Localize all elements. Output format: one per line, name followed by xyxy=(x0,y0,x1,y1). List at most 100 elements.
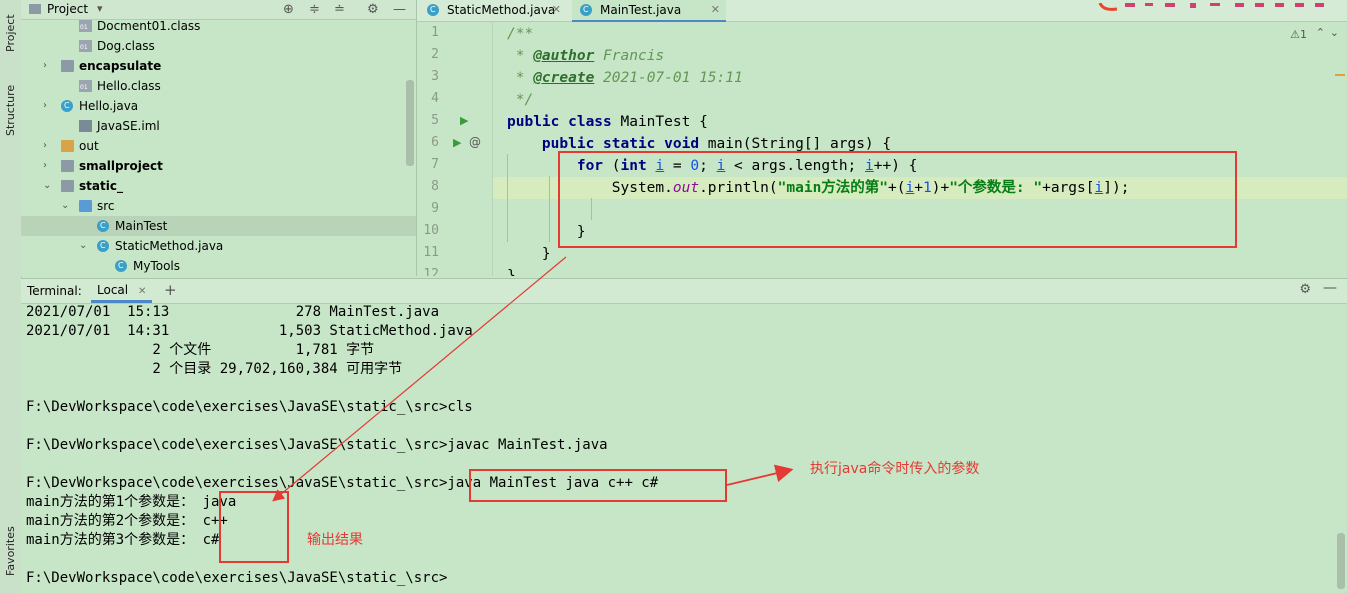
output-highlight-box xyxy=(219,491,289,563)
tree-item[interactable]: ⌄ src xyxy=(21,196,416,216)
warning-indicator[interactable]: ⚠1 xyxy=(1290,28,1307,41)
tab-maintest[interactable]: MainTest.java ✕ xyxy=(572,0,726,23)
project-tool-tab[interactable]: Project xyxy=(2,4,19,62)
tab-local[interactable]: Local ✕ xyxy=(91,279,153,303)
structure-tool-tab[interactable]: Structure xyxy=(2,74,19,146)
java-class-icon xyxy=(427,0,439,20)
gear-icon[interactable]: ⚙ xyxy=(367,2,379,17)
line-number: 11 xyxy=(423,245,439,260)
line-number: 8 xyxy=(431,179,439,194)
minimize-icon[interactable]: — xyxy=(393,2,406,17)
tree-item[interactable]: JavaSE.iml xyxy=(21,116,416,136)
new-terminal-icon[interactable]: + xyxy=(164,281,177,299)
tab-label: StaticMethod.java xyxy=(447,3,556,17)
line-number: 2 xyxy=(431,47,439,62)
project-scrollbar[interactable] xyxy=(406,80,414,166)
terminal-line: 2 个文件 1,781 字节 xyxy=(26,342,375,358)
line-number: 3 xyxy=(431,69,439,84)
tree-item-label: src xyxy=(97,199,115,213)
terminal-line: F:\DevWorkspace\code\exercises\JavaSE\st… xyxy=(26,399,473,415)
source-folder-icon xyxy=(79,200,92,212)
code-highlight-box xyxy=(558,151,1237,248)
terminal-scrollbar[interactable] xyxy=(1337,533,1345,589)
chevron-down-icon[interactable]: ▾ xyxy=(97,2,103,15)
chevron-right-icon[interactable]: › xyxy=(43,136,47,156)
close-icon[interactable]: ✕ xyxy=(552,0,561,20)
tree-item-label: Dog.class xyxy=(97,39,155,53)
tree-item[interactable]: ⌄ static_ xyxy=(21,176,416,196)
chevron-down-icon[interactable]: ⌄ xyxy=(61,196,69,216)
error-stripe-marker[interactable] xyxy=(1335,74,1345,76)
tree-item[interactable]: Dog.class xyxy=(21,36,416,56)
line-number: 1 xyxy=(431,25,439,40)
tab-label: MainTest.java xyxy=(600,3,682,17)
tree-item-label: StaticMethod.java xyxy=(115,239,224,253)
tab-staticmethod[interactable]: StaticMethod.java ✕ xyxy=(419,0,567,20)
tree-item-label: Hello.class xyxy=(97,79,161,93)
terminal-line: F:\DevWorkspace\code\exercises\JavaSE\st… xyxy=(26,570,448,586)
terminal-line: 2021/07/01 14:31 1,503 StaticMethod.java xyxy=(26,323,473,339)
folder-icon xyxy=(29,4,41,14)
terminal-line: F:\DevWorkspace\code\exercises\JavaSE\st… xyxy=(26,437,608,453)
code-line-12: } xyxy=(507,268,516,276)
chevron-down-icon[interactable]: ⌄ xyxy=(43,176,51,196)
chevron-right-icon[interactable]: › xyxy=(43,156,47,176)
run-icon[interactable]: ▶ xyxy=(460,114,468,127)
tree-item[interactable]: › encapsulate xyxy=(21,56,416,76)
collapse-all-icon[interactable]: ≐ xyxy=(334,2,345,17)
tree-item[interactable]: ⌄ StaticMethod.java xyxy=(21,236,416,256)
tree-item[interactable]: MyTools xyxy=(21,256,416,276)
line-number: 9 xyxy=(431,201,439,216)
tree-item[interactable]: › Hello.java xyxy=(21,96,416,116)
line-number: 6 xyxy=(431,135,439,150)
chevron-right-icon[interactable]: › xyxy=(43,56,47,76)
tree-item-label: Docment01.class xyxy=(97,19,201,33)
close-icon[interactable]: ✕ xyxy=(711,0,720,20)
java-class-icon xyxy=(97,236,109,256)
tree-item[interactable]: Docment01.class xyxy=(21,16,416,36)
folder-icon xyxy=(61,140,74,152)
terminal-line: main方法的第2个参数是： c++ xyxy=(26,513,228,529)
project-panel-title: Project xyxy=(47,2,89,16)
terminal-line: 2021/07/01 15:13 278 MainTest.java xyxy=(26,304,440,320)
tree-item-label: Hello.java xyxy=(79,99,139,113)
terminal-line: 2 个目录 29,702,160,384 可用字节 xyxy=(26,361,403,377)
folder-icon xyxy=(61,160,74,172)
favorites-tool-tab[interactable]: Favorites xyxy=(2,515,19,587)
folder-icon xyxy=(61,60,74,72)
class-file-icon xyxy=(79,20,92,32)
chevron-down-icon[interactable]: ⌄ xyxy=(79,236,87,256)
project-panel: Project ▾ ⊕ ≑ ≐ ⚙ — Docment01.class Dog.c… xyxy=(21,0,417,276)
terminal-header: Terminal: Local ✕ + ⚙ — xyxy=(21,278,1347,304)
structure-tool-tab-label: Structure xyxy=(4,84,17,136)
chevron-down-icon[interactable]: ⌄ xyxy=(1330,26,1339,39)
code-line-5: public class MainTest { xyxy=(507,114,708,130)
code-line-2: * @author Francis xyxy=(507,48,665,64)
corner-logo xyxy=(1095,0,1335,11)
chevron-up-icon[interactable]: ⌃ xyxy=(1316,26,1325,39)
run-icon[interactable]: ▶ xyxy=(453,136,461,149)
gear-icon[interactable]: ⚙ xyxy=(1299,282,1311,297)
tree-item[interactable]: › smallproject xyxy=(21,156,416,176)
terminal-line: main方法的第3个参数是： c# xyxy=(26,532,220,548)
tree-item-label: JavaSE.iml xyxy=(97,119,160,133)
locate-icon[interactable]: ⊕ xyxy=(283,2,294,17)
favorites-tool-tab-label: Favorites xyxy=(4,526,17,576)
line-number: 5 xyxy=(431,113,439,128)
minimize-icon[interactable]: — xyxy=(1323,280,1337,296)
code-line-3: * @create 2021-07-01 15:11 xyxy=(507,70,743,86)
tree-item-label: MainTest xyxy=(115,219,168,233)
tree-item[interactable]: MainTest xyxy=(21,216,416,236)
command-annotation: 执行java命令时传入的参数 xyxy=(810,461,980,477)
tree-item[interactable]: › out xyxy=(21,136,416,156)
code-line-4: */ xyxy=(507,92,534,108)
class-file-icon xyxy=(79,80,92,92)
close-icon[interactable]: ✕ xyxy=(138,286,146,297)
tree-item-label: out xyxy=(79,139,99,153)
chevron-right-icon[interactable]: › xyxy=(43,96,47,116)
expand-all-icon[interactable]: ≑ xyxy=(309,2,320,17)
tree-item-label: MyTools xyxy=(133,259,181,273)
tree-item[interactable]: Hello.class xyxy=(21,76,416,96)
java-class-icon xyxy=(97,216,109,236)
